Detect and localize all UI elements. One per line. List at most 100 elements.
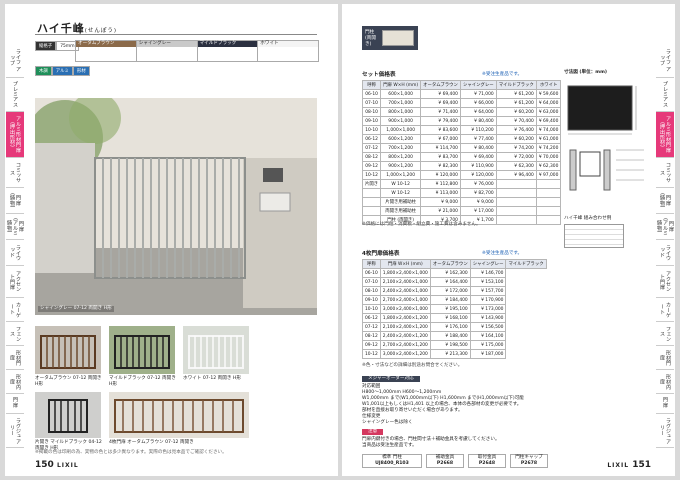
side-tab[interactable]: アクセント門扉 (6, 266, 24, 298)
code-cell: 取付金具 P2648 (468, 454, 506, 468)
table-cell: W 10-12 (380, 179, 422, 189)
side-tab[interactable]: ライフ アップ (656, 44, 674, 78)
side-tab[interactable]: 門扉 (鋳物) (6, 188, 24, 214)
door-table-title: 4枚門扉価格表 (362, 251, 400, 257)
left-footnote: ※掲載の色は印刷の為、実物の色とは多少異なります。実際の色は見本品でご確認くださ… (35, 450, 227, 455)
side-tab[interactable]: ラグジュアリー (656, 414, 674, 448)
side-tab[interactable]: 門扉 (鋳物) (656, 188, 674, 214)
thumb-black (109, 326, 175, 374)
side-tab[interactable]: ラグジュアリー (6, 414, 24, 448)
table-cell: ¥ 176,100 (429, 322, 471, 332)
table-row: 06-10 1,800×2,400×1,000 ¥ 162,300 ¥ 146,700 (362, 268, 547, 278)
feature-chip: 木調 (35, 66, 52, 76)
table-row: 10-12 1,000×1,200 ¥ 120,000 ¥ 120,000 ¥ 96,4… (361, 170, 562, 180)
side-tab[interactable]: フェンス (656, 322, 674, 346)
table-cell: ¥ 63,000 (535, 107, 562, 117)
side-tab[interactable]: 門扉 (6, 394, 24, 414)
side-tab[interactable]: アクセント門扉 (656, 266, 674, 298)
table-cell: ¥ 71,000 (459, 89, 497, 99)
code-value: P2678 (520, 461, 538, 466)
table-cell: 600×1,000 (380, 89, 422, 99)
table-cell (361, 197, 382, 207)
table-cell: 08-12 (362, 331, 381, 341)
main-photo-caption: シャイングレー 07-12 両開き H形 (38, 306, 114, 312)
set-footnote: ※価格には門柱・消費税・組立費・施工費は含みません。 (362, 222, 481, 227)
table-cell: ¥ 146,700 (469, 268, 507, 278)
door-price-table: 呼称 門扉 W×H (mm) オータムブラウン シャイングレー マイルドブラック… (362, 259, 547, 359)
side-tab[interactable]: カーゲート (6, 298, 24, 322)
table-cell: ¥ 172,000 (429, 286, 471, 296)
table-row: 07-12 2,100×2,400×1,200 ¥ 176,100 ¥ 156,500 (362, 322, 547, 332)
side-tab[interactable]: コミッサス (6, 158, 24, 188)
spec-chip: 縦格子 (35, 41, 57, 51)
table-cell: ¥ 61,200 (495, 98, 537, 108)
side-tab[interactable]: プレミアス (656, 78, 674, 112)
table-row: 片開き W 10-12 ¥ 112,800 ¥ 76,000 (361, 179, 562, 189)
side-tab[interactable]: ライウッド (656, 240, 674, 266)
table-cell: ¥ 120,000 (420, 170, 461, 180)
side-tab-active[interactable]: アルミ形材門扉 (押出形材) (6, 112, 24, 158)
code-value: P2648 (478, 461, 496, 466)
notice-body: 門扉内鍵付きの場合、門柱間寸法＋補助金具を考慮してください。 当商品は受注生産品… (362, 437, 652, 449)
table-row: W 10-12 ¥ 113,000 ¥ 82,700 (361, 188, 562, 198)
table-cell: ¥ 82,700 (459, 188, 497, 198)
th: マイルドブラック (505, 259, 547, 269)
table-row: 09-12 900×1,200 ¥ 82,300 ¥ 110,900 ¥ 62,300 ¥… (361, 161, 562, 171)
side-tab[interactable]: プレミアス (6, 78, 24, 112)
table-row: 08-10 800×1,000 ¥ 71,400 ¥ 64,000 ¥ 60,200 ¥ … (361, 107, 562, 117)
th: マイルドブラック (495, 80, 537, 90)
made-order-body: 対応範囲 H800〜1,000mm H600〜1,200mm W1,000mm … (362, 384, 622, 426)
table-cell: ¥ 69,400 (420, 89, 461, 99)
table-cell: ¥ 62,300 (495, 161, 537, 171)
combo-label: ハイ千峰 組み合わせ例 (564, 216, 612, 221)
table-cell: ¥ 62,300 (535, 161, 562, 171)
side-tab[interactable]: 門扉 (アルミ鋳物) (656, 214, 674, 240)
side-tab[interactable]: フェンス (6, 322, 24, 346)
color-label: シャイングレー (136, 41, 197, 47)
side-tab[interactable]: 形材内扉 (656, 370, 674, 394)
table-cell: W 10-12 (380, 188, 422, 198)
table-cell: 2,100×2,400×1,200 (379, 322, 431, 332)
side-tab[interactable]: 形材内扉 (6, 370, 24, 394)
table-cell: ¥ 110,200 (459, 125, 497, 135)
table-cell: ¥ 120,000 (459, 170, 497, 180)
set-price-table: 呼称 門扉 W×H (mm) オータムブラウン シャイングレー マイルドブラック… (361, 80, 562, 225)
table-cell: 800×1,200 (380, 152, 422, 162)
table-cell: ¥ 74,000 (535, 125, 562, 135)
table-cell: ¥ 80,400 (459, 116, 497, 126)
table-cell: 900×1,200 (380, 161, 422, 171)
table-cell: ¥ 187,000 (469, 349, 507, 359)
dimension-drawing (567, 85, 644, 191)
side-tab[interactable]: カーゲート (656, 298, 674, 322)
thumb-autumn (35, 326, 101, 374)
side-tab[interactable]: 形材門扉 (656, 346, 674, 370)
side-tab-active[interactable]: アルミ形材門扉 (押出形材) (656, 112, 674, 158)
thumb-white (183, 326, 249, 374)
left-side-tabs: ライフ アップ プレミアス アルミ形材門扉 (押出形材) コミッサス 門扉 (鋳… (6, 44, 24, 448)
code-row: 標準 門柱 UJ8400_R103 補助金具 P2668 取付金具 P2648 門柱キ… (362, 454, 548, 468)
table-cell: 700×1,200 (380, 143, 422, 153)
table-cell: ¥ 69,400 (420, 98, 461, 108)
table-cell: ¥ 188,400 (429, 331, 471, 341)
table-cell: 09-10 (361, 116, 382, 126)
notice-title: 注意 (362, 429, 384, 435)
side-tab[interactable]: 形材門扉 (6, 346, 24, 370)
side-tab[interactable]: コミッサス (656, 158, 674, 188)
table-cell: 09-10 (362, 295, 381, 305)
side-tab[interactable]: 門扉 (アルミ鋳物) (6, 214, 24, 240)
table-cell: 2,700×2,400×1,000 (379, 295, 431, 305)
table-cell: ¥ 83,600 (420, 125, 461, 135)
table-cell: ¥ 96,400 (495, 170, 537, 180)
side-tab[interactable]: ライウッド (6, 240, 24, 266)
table-cell: 600×1,200 (380, 134, 422, 144)
table-cell: 2,100×2,400×1,000 (379, 277, 431, 287)
table-row: 07-10 700×1,000 ¥ 69,400 ¥ 66,000 ¥ 61,200 ¥ … (361, 98, 562, 108)
table-cell: ¥ 76,400 (495, 125, 537, 135)
side-tab[interactable]: ライフ アップ (6, 44, 24, 78)
table-cell: 08-10 (362, 286, 381, 296)
th: ホワイト (535, 80, 562, 90)
side-tab[interactable]: 門扉 (656, 394, 674, 414)
set-table-body: 06-10 600×1,000 ¥ 69,400 ¥ 71,000 ¥ 61,200 ¥ … (361, 89, 562, 225)
table-row: 10-10 1,000×1,000 ¥ 83,600 ¥ 110,200 ¥ 76,40… (361, 125, 562, 135)
table-cell: ¥ 162,300 (429, 268, 471, 278)
